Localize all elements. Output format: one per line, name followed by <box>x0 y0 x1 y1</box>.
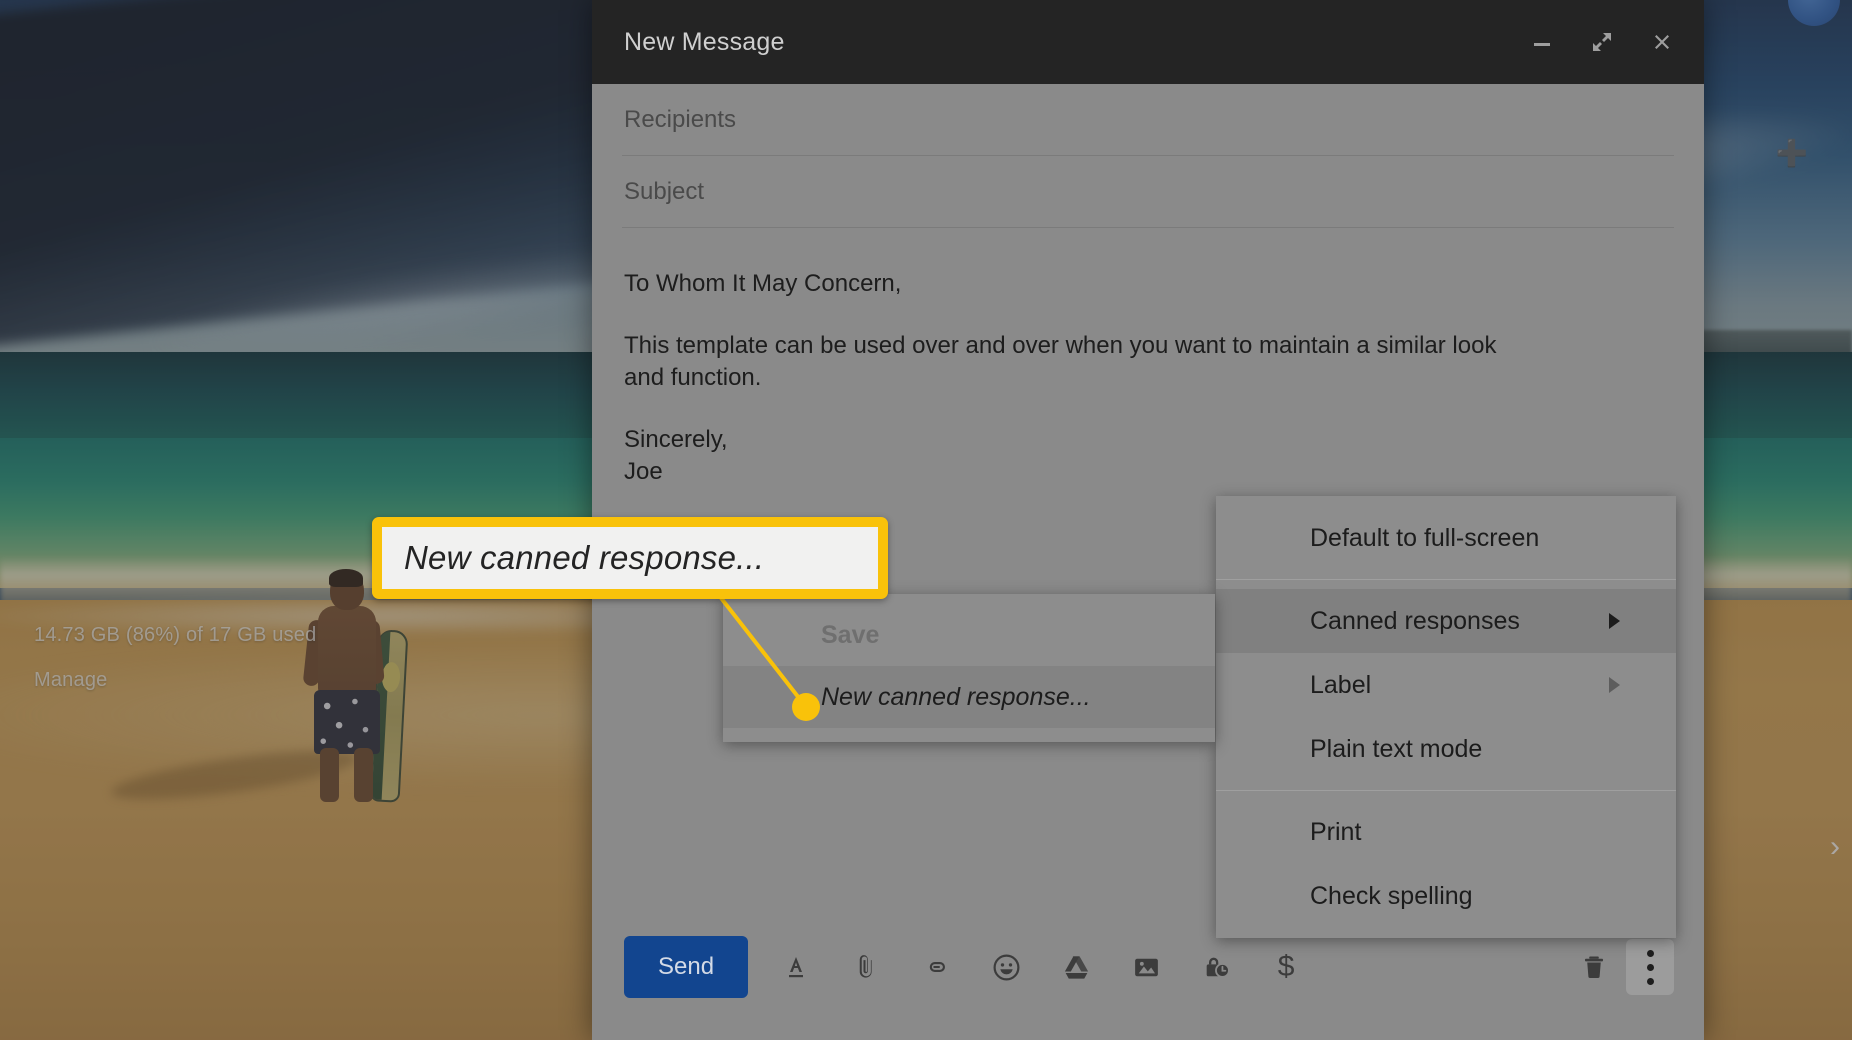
submenu-arrow-icon <box>1609 613 1620 629</box>
insert-link-icon[interactable] <box>914 945 958 989</box>
image-icon <box>1134 958 1158 976</box>
minimize-button[interactable] <box>1520 20 1564 64</box>
menu-item-canned-responses[interactable]: Canned responses <box>1216 589 1676 653</box>
body-name: Joe <box>624 457 663 485</box>
menu-separator <box>1216 579 1676 580</box>
insert-emoji-icon[interactable] <box>984 945 1028 989</box>
formatting-options-icon[interactable] <box>774 945 818 989</box>
expand-icon <box>1593 33 1611 51</box>
menu-item-print[interactable]: Print <box>1216 800 1676 864</box>
menu-item-label[interactable]: Label <box>1216 653 1676 717</box>
google-drive-icon <box>1064 955 1088 979</box>
window-controls <box>1520 20 1684 64</box>
subject-placeholder: Subject <box>624 177 705 205</box>
menu-separator <box>1216 790 1676 791</box>
manage-storage-link[interactable]: Manage <box>34 669 316 692</box>
discard-draft-icon[interactable] <box>1572 945 1616 989</box>
menu-item-label: Plain text mode <box>1310 734 1483 763</box>
format-text-icon <box>789 957 804 978</box>
paperclip-icon <box>859 955 872 978</box>
menu-item-label: Label <box>1310 670 1372 699</box>
storage-usage-text: 14.73 GB (86%) of 17 GB used <box>34 624 317 646</box>
storage-info: 14.73 GB (86%) of 17 GB used Manage <box>34 624 316 692</box>
link-icon <box>929 962 946 972</box>
insert-drive-icon[interactable] <box>1054 945 1098 989</box>
compose-title: New Message <box>624 27 785 56</box>
close-button[interactable] <box>1640 20 1684 64</box>
lock-clock-icon <box>1206 957 1230 978</box>
wallpaper-surfer <box>108 569 410 810</box>
menu-item-label: Check spelling <box>1310 881 1473 910</box>
minimize-icon <box>1534 43 1550 46</box>
attach-file-icon[interactable] <box>844 945 888 989</box>
canned-responses-submenu: Save New canned response... <box>723 594 1215 742</box>
confidential-mode-icon[interactable] <box>1194 945 1238 989</box>
three-dots-icon <box>1646 949 1654 985</box>
menu-item-label: Canned responses <box>1310 606 1520 635</box>
plus-icon[interactable]: ➕ <box>1776 140 1808 166</box>
menu-item-default-to-full-screen[interactable]: Default to full-screen <box>1216 506 1676 570</box>
menu-item-plain-text-mode[interactable]: Plain text mode <box>1216 717 1676 781</box>
chevron-right-icon[interactable]: › <box>1830 832 1840 862</box>
body-closing: Sincerely, <box>624 425 728 453</box>
emoji-icon <box>993 954 1020 980</box>
submenu-item-new-canned-response[interactable]: New canned response... <box>723 666 1215 728</box>
expand-button[interactable] <box>1580 20 1624 64</box>
menu-item-label: Print <box>1310 817 1362 846</box>
subject-field[interactable]: Subject <box>622 156 1674 228</box>
compose-header: New Message <box>592 0 1704 84</box>
send-button[interactable]: Send <box>624 936 749 998</box>
more-options-menu: Default to full-screen Canned responses … <box>1216 496 1676 938</box>
toolbar-right-group <box>1572 939 1674 995</box>
insert-money-icon[interactable]: $ <box>1264 945 1308 989</box>
close-icon <box>1655 35 1669 49</box>
submenu-arrow-icon <box>1609 677 1620 693</box>
submenu-section-save: Save <box>821 620 880 649</box>
annotation-callout: New canned response... <box>372 517 888 599</box>
more-options-button[interactable] <box>1626 939 1674 995</box>
insert-photo-icon[interactable] <box>1124 945 1168 989</box>
body-greeting: To Whom It May Concern, <box>624 270 902 297</box>
annotation-callout-text: New canned response... <box>382 527 878 589</box>
trash-icon <box>1585 956 1603 978</box>
recipients-field[interactable]: Recipients <box>622 84 1674 156</box>
menu-item-check-spelling[interactable]: Check spelling <box>1216 864 1676 928</box>
screen: ➕ › 14.73 GB (86%) of 17 GB used Manage … <box>0 0 1852 1040</box>
body-paragraph: This template can be used over and over … <box>624 331 1497 391</box>
menu-item-label: Default to full-screen <box>1310 523 1540 552</box>
recipients-placeholder: Recipients <box>624 105 737 133</box>
